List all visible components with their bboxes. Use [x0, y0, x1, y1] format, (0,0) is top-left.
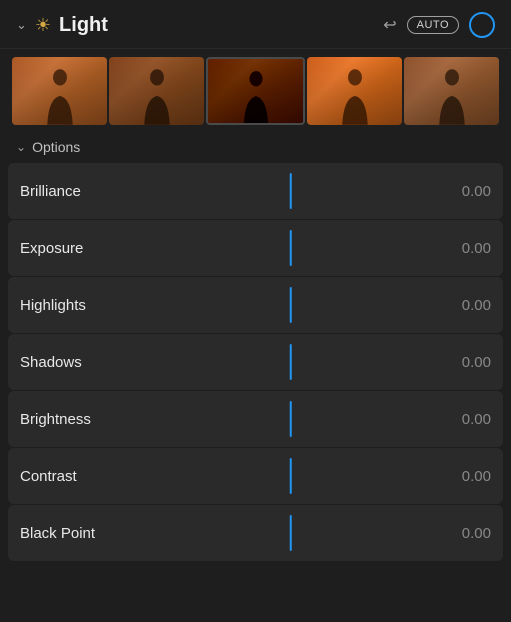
- slider-label-brilliance: Brilliance: [20, 183, 150, 200]
- filmstrip-thumbnail: [208, 59, 303, 123]
- options-label: Options: [32, 139, 80, 155]
- toggle-button[interactable]: [469, 12, 495, 38]
- slider-row-highlights[interactable]: Highlights 0.00: [8, 277, 503, 333]
- collapse-chevron-icon[interactable]: ⌄: [16, 17, 27, 33]
- slider-label-brightness: Brightness: [20, 411, 150, 428]
- slider-row-blackpoint[interactable]: Black Point 0.00: [8, 505, 503, 561]
- slider-indicator-blackpoint: [289, 515, 292, 551]
- sliders-container: Brilliance 0.00 Exposure 0.00 Highlights 0.00…: [0, 163, 511, 622]
- slider-value-blackpoint: 0.00: [431, 525, 491, 542]
- slider-indicator-brightness: [289, 401, 292, 437]
- slider-row-brilliance[interactable]: Brilliance 0.00: [8, 163, 503, 219]
- slider-indicator-exposure: [289, 230, 292, 266]
- slider-value-exposure: 0.00: [431, 240, 491, 257]
- slider-indicator-contrast: [289, 458, 292, 494]
- filmstrip-thumbnail: [12, 57, 107, 125]
- slider-track-brightness[interactable]: [150, 391, 431, 447]
- options-header[interactable]: ⌄ Options: [0, 133, 511, 163]
- slider-row-brightness[interactable]: Brightness 0.00: [8, 391, 503, 447]
- slider-track-blackpoint[interactable]: [150, 505, 431, 561]
- filmstrip-item[interactable]: [12, 57, 107, 125]
- slider-indicator-shadows: [289, 344, 292, 380]
- filmstrip-thumbnail: [307, 57, 402, 125]
- undo-icon[interactable]: ↩: [383, 15, 396, 35]
- header-actions: ↩ AUTO: [383, 12, 495, 38]
- slider-indicator-brilliance: [289, 173, 292, 209]
- filmstrip-item[interactable]: [404, 57, 499, 125]
- slider-track-highlights[interactable]: [150, 277, 431, 333]
- slider-track-shadows[interactable]: [150, 334, 431, 390]
- light-panel: ⌄ ☀ Light ↩ AUTO: [0, 0, 511, 622]
- slider-label-contrast: Contrast: [20, 468, 150, 485]
- slider-row-shadows[interactable]: Shadows 0.00: [8, 334, 503, 390]
- slider-value-brightness: 0.00: [431, 411, 491, 428]
- slider-value-highlights: 0.00: [431, 297, 491, 314]
- filmstrip-thumbnail: [109, 57, 204, 125]
- filmstrip-item[interactable]: [307, 57, 402, 125]
- slider-indicator-highlights: [289, 287, 292, 323]
- filmstrip-item[interactable]: [109, 57, 204, 125]
- slider-label-blackpoint: Black Point: [20, 525, 150, 542]
- slider-value-shadows: 0.00: [431, 354, 491, 371]
- options-chevron-icon: ⌄: [16, 140, 26, 154]
- slider-label-exposure: Exposure: [20, 240, 150, 257]
- slider-track-exposure[interactable]: [150, 220, 431, 276]
- filmstrip-item[interactable]: [206, 57, 305, 125]
- filmstrip: [0, 49, 511, 133]
- panel-header: ⌄ ☀ Light ↩ AUTO: [0, 0, 511, 49]
- slider-value-brilliance: 0.00: [431, 183, 491, 200]
- slider-row-exposure[interactable]: Exposure 0.00: [8, 220, 503, 276]
- slider-label-shadows: Shadows: [20, 354, 150, 371]
- auto-button[interactable]: AUTO: [407, 16, 459, 34]
- slider-row-contrast[interactable]: Contrast 0.00: [8, 448, 503, 504]
- slider-label-highlights: Highlights: [20, 297, 150, 314]
- sun-icon: ☀: [35, 15, 51, 36]
- slider-track-brilliance[interactable]: [150, 163, 431, 219]
- slider-track-contrast[interactable]: [150, 448, 431, 504]
- slider-value-contrast: 0.00: [431, 468, 491, 485]
- panel-title: Light: [59, 14, 375, 37]
- filmstrip-thumbnail: [404, 57, 499, 125]
